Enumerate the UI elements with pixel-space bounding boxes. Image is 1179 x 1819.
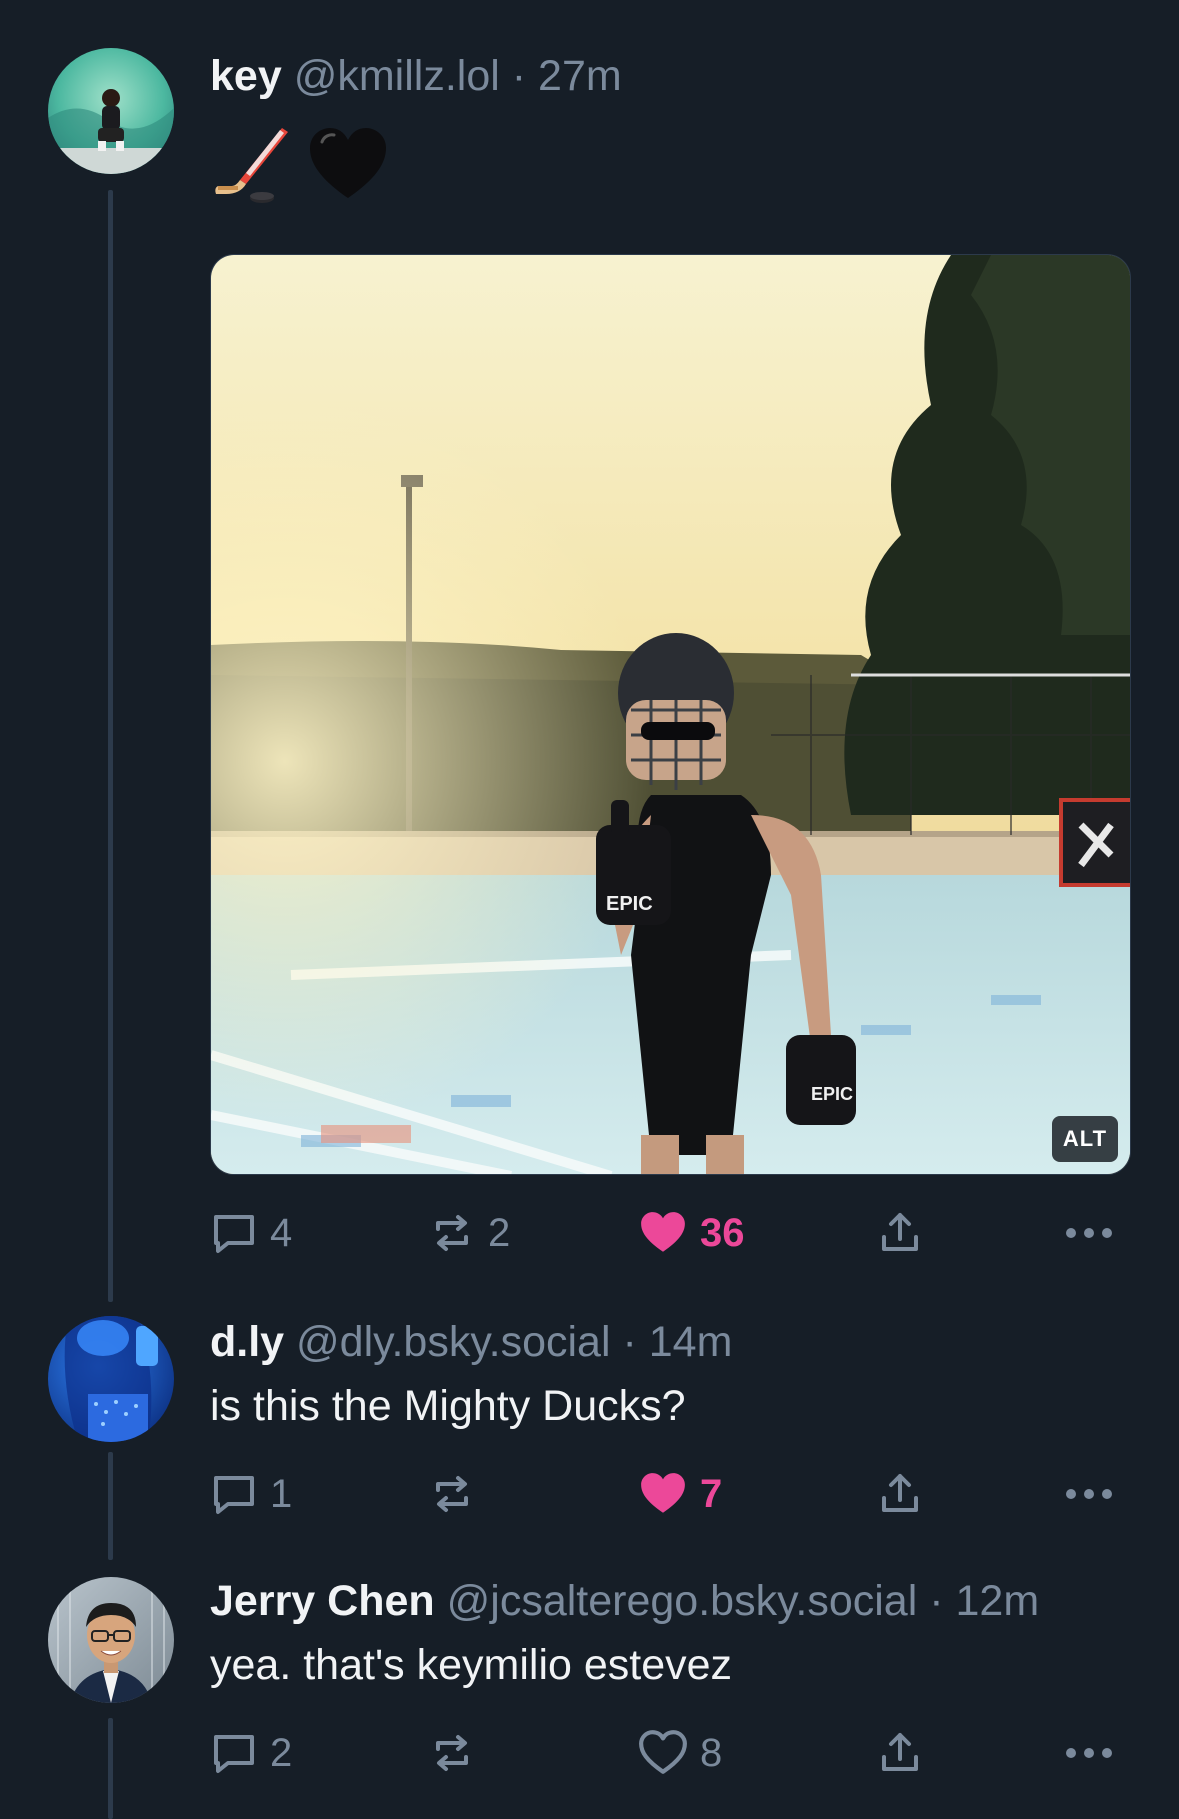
more-options-button[interactable] bbox=[1064, 1464, 1114, 1524]
like-count: 8 bbox=[700, 1730, 723, 1775]
reply-count: 1 bbox=[270, 1471, 293, 1516]
handle[interactable]: @kmillz.lol bbox=[294, 52, 500, 100]
like-button[interactable]: 7 bbox=[638, 1464, 722, 1524]
post-image[interactable]: EPIC EPIC ALT bbox=[210, 254, 1131, 1175]
post-header: d.ly @dly.bsky.social · 14m bbox=[210, 1316, 1131, 1368]
repost-count: 2 bbox=[488, 1210, 511, 1255]
like-count: 36 bbox=[700, 1210, 745, 1255]
timestamp[interactable]: 14m bbox=[649, 1318, 733, 1366]
thread-line bbox=[108, 190, 113, 1302]
reply-button[interactable]: 4 bbox=[210, 1203, 292, 1263]
heart-filled-icon bbox=[641, 1473, 685, 1513]
svg-text:EPIC: EPIC bbox=[606, 893, 653, 915]
handle[interactable]: @jcsalterego.bsky.social bbox=[447, 1577, 918, 1625]
heart-filled-icon bbox=[641, 1212, 685, 1252]
ellipsis-icon bbox=[1066, 1748, 1112, 1758]
share-button[interactable] bbox=[876, 1203, 924, 1263]
share-button[interactable] bbox=[876, 1723, 924, 1783]
separator-dot: · bbox=[622, 1318, 637, 1366]
post-jerry-chen[interactable]: Jerry Chen @jcsalterego.bsky.social · 12… bbox=[0, 1560, 1179, 1819]
reply-count: 2 bbox=[270, 1730, 293, 1775]
like-count: 7 bbox=[700, 1471, 723, 1516]
post-actions: 1 7 bbox=[210, 1464, 1131, 1524]
timestamp[interactable]: 12m bbox=[956, 1577, 1040, 1625]
heart-outline-icon bbox=[639, 1730, 687, 1774]
avatar[interactable] bbox=[48, 1577, 174, 1703]
post-actions: 2 8 bbox=[210, 1723, 1131, 1783]
more-options-button[interactable] bbox=[1064, 1723, 1114, 1783]
post-text: is this the Mighty Ducks? bbox=[210, 1382, 686, 1430]
reply-button[interactable]: 1 bbox=[210, 1464, 292, 1524]
separator-dot: · bbox=[929, 1577, 944, 1625]
post-text bbox=[210, 120, 1131, 212]
avatar[interactable] bbox=[48, 48, 174, 174]
thread-line bbox=[108, 1452, 113, 1560]
ellipsis-icon bbox=[1066, 1228, 1112, 1238]
repost-icon bbox=[436, 1215, 468, 1251]
post-key[interactable]: key @kmillz.lol · 27m EPIC EPIC ALT 4 2 … bbox=[0, 0, 1179, 1302]
repost-button[interactable] bbox=[428, 1723, 488, 1783]
ellipsis-icon bbox=[1066, 1489, 1112, 1499]
reply-button[interactable]: 2 bbox=[210, 1723, 292, 1783]
black-heart-icon bbox=[306, 122, 390, 211]
reply-icon bbox=[214, 1215, 254, 1253]
reply-count: 4 bbox=[270, 1210, 293, 1255]
timestamp[interactable]: 27m bbox=[538, 52, 622, 100]
repost-icon bbox=[436, 1476, 468, 1512]
display-name[interactable]: d.ly bbox=[210, 1318, 284, 1366]
repost-button[interactable]: 2 bbox=[428, 1203, 510, 1263]
post-header: key @kmillz.lol · 27m bbox=[210, 50, 1131, 102]
hockey-stick-icon bbox=[210, 122, 294, 211]
thread-line bbox=[108, 1718, 113, 1819]
display-name[interactable]: key bbox=[210, 52, 282, 100]
reply-icon bbox=[214, 1735, 254, 1773]
share-icon bbox=[882, 1474, 918, 1512]
like-button[interactable]: 36 bbox=[638, 1203, 745, 1263]
avatar[interactable] bbox=[48, 1316, 174, 1442]
post-text: yea. that's keymilio estevez bbox=[210, 1641, 733, 1689]
like-button[interactable]: 8 bbox=[638, 1723, 722, 1783]
post-header: Jerry Chen @jcsalterego.bsky.social · 12… bbox=[210, 1575, 1131, 1627]
alt-badge[interactable]: ALT bbox=[1052, 1116, 1118, 1162]
thread-feed: key @kmillz.lol · 27m EPIC EPIC ALT 4 2 … bbox=[0, 0, 1179, 1819]
share-icon bbox=[882, 1733, 918, 1771]
display-name[interactable]: Jerry Chen bbox=[210, 1577, 435, 1625]
handle[interactable]: @dly.bsky.social bbox=[296, 1318, 610, 1366]
post-dly[interactable]: d.ly @dly.bsky.social · 14m is this the … bbox=[0, 1300, 1179, 1560]
share-icon bbox=[882, 1213, 918, 1251]
reply-icon bbox=[214, 1476, 254, 1514]
separator-dot: · bbox=[511, 52, 527, 100]
svg-text:EPIC: EPIC bbox=[811, 1084, 853, 1104]
share-button[interactable] bbox=[876, 1464, 924, 1524]
more-options-button[interactable] bbox=[1064, 1203, 1114, 1263]
repost-icon bbox=[436, 1735, 468, 1771]
post-actions: 4 2 36 bbox=[210, 1203, 1131, 1263]
repost-button[interactable] bbox=[428, 1464, 488, 1524]
